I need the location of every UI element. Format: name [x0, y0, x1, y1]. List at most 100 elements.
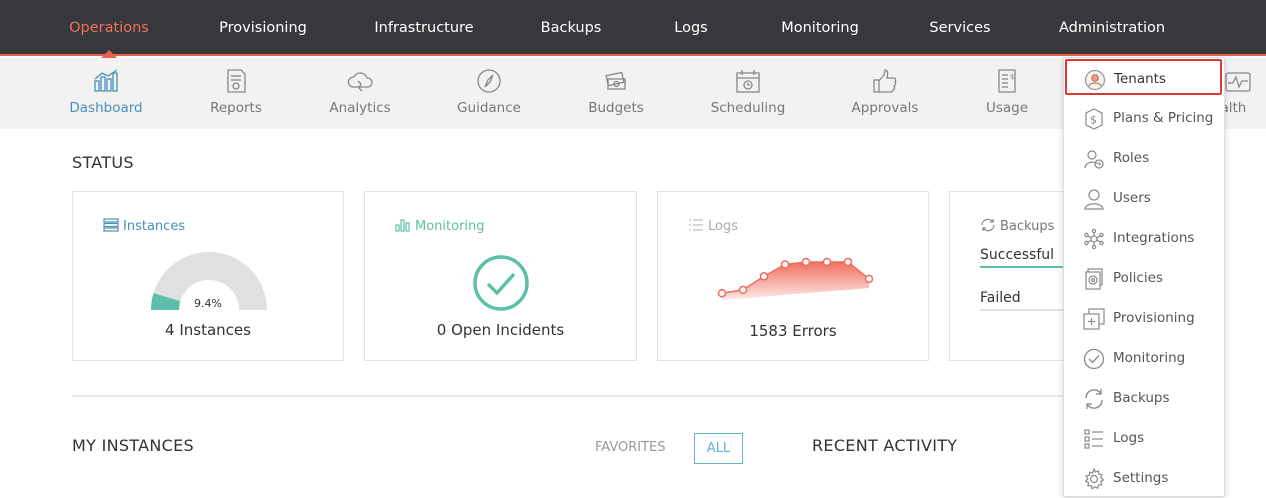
- menu-item-roles[interactable]: Roles: [1064, 138, 1224, 178]
- menu-label: Monitoring: [1113, 350, 1186, 366]
- subnav-guidance[interactable]: Guidance: [439, 58, 539, 129]
- instances-count: 4 Instances: [165, 321, 251, 339]
- sparkline-point: [717, 288, 727, 298]
- calendar-clock-icon: [736, 70, 760, 93]
- sparkline-point: [822, 257, 832, 267]
- administration-dropdown: Tenants $ Plans & Pricing Roles Users In…: [1063, 57, 1225, 497]
- subnav-approvals[interactable]: Approvals: [835, 58, 935, 129]
- backups-title-label: Backups: [1000, 219, 1055, 234]
- topnav-provisioning[interactable]: Provisioning: [219, 0, 307, 56]
- subnav-usage[interactable]: $ Usage: [957, 58, 1057, 129]
- section-divider: [72, 395, 1072, 397]
- compass-icon: [477, 69, 501, 93]
- topnav-logs[interactable]: Logs: [674, 0, 707, 56]
- bar-graph-icon: [395, 219, 410, 232]
- sparkline-point: [780, 260, 790, 269]
- errors-count: 1583 Errors: [749, 322, 837, 340]
- svg-text:$: $: [1010, 73, 1014, 81]
- sparkline-point: [843, 257, 853, 267]
- active-caret: [101, 50, 117, 58]
- menu-item-settings[interactable]: Settings: [1064, 458, 1224, 498]
- menu-item-plans-pricing[interactable]: $ Plans & Pricing: [1064, 98, 1224, 138]
- menu-item-logs[interactable]: Logs: [1064, 418, 1224, 458]
- instances-card[interactable]: Instances 9.4% 4 Instances: [72, 191, 344, 361]
- logs-card[interactable]: Logs 1583 Errors: [657, 191, 929, 361]
- monitoring-card-title[interactable]: Monitoring: [395, 218, 485, 234]
- menu-label: Backups: [1113, 390, 1170, 406]
- menu-label: Logs: [1113, 430, 1145, 446]
- check-circle-icon: [1083, 348, 1105, 370]
- topnav-infrastructure[interactable]: Infrastructure: [374, 0, 473, 56]
- my-instances-heading: MY INSTANCES: [72, 436, 194, 455]
- roles-icon: [1084, 150, 1104, 169]
- server-stack-icon: [103, 218, 119, 232]
- refresh-icon: [1085, 389, 1103, 409]
- subnav-analytics[interactable]: Analytics: [310, 58, 410, 129]
- usage-icon: $: [998, 69, 1016, 93]
- topnav-operations[interactable]: Operations: [69, 0, 149, 58]
- subnav-health[interactable]: Health: [1202, 58, 1266, 129]
- menu-label: Plans & Pricing: [1113, 110, 1214, 126]
- topnav-administration[interactable]: Administration: [1059, 0, 1165, 56]
- backups-card-title[interactable]: Backups: [980, 218, 1054, 234]
- status-heading: STATUS: [72, 153, 134, 172]
- heartbeat-icon: [1225, 72, 1251, 92]
- sparkline-point: [738, 285, 748, 295]
- menu-item-policies[interactable]: Policies: [1064, 258, 1224, 298]
- subnav-reports[interactable]: Reports: [186, 58, 286, 129]
- policies-icon: [1085, 268, 1103, 290]
- sparkline-point: [759, 272, 769, 281]
- topnav-label: Operations: [69, 20, 149, 36]
- subnav-scheduling[interactable]: Scheduling: [698, 58, 798, 129]
- user-icon: [1084, 189, 1104, 210]
- provisioning-icon: [1083, 308, 1105, 330]
- subnav-label: Approvals: [851, 100, 919, 116]
- menu-label: Provisioning: [1113, 310, 1195, 326]
- topnav-monitoring[interactable]: Monitoring: [781, 0, 859, 56]
- open-incidents-count: 0 Open Incidents: [436, 321, 565, 339]
- top-nav: Operations Provisioning Infrastructure B…: [0, 0, 1266, 58]
- sparkline-area: [722, 262, 869, 300]
- subnav-label: Guidance: [457, 100, 521, 116]
- logs-title-label: Logs: [708, 219, 738, 234]
- check-circle-icon: [473, 255, 529, 311]
- logs-sparkline: [717, 257, 874, 300]
- topnav-services[interactable]: Services: [929, 0, 990, 56]
- menu-label: Policies: [1113, 270, 1163, 286]
- subnav-label: Analytics: [329, 100, 391, 116]
- tenant-icon: [1084, 69, 1106, 91]
- subnav-label: Scheduling: [710, 100, 786, 116]
- logs-card-title[interactable]: Logs: [688, 218, 738, 234]
- menu-label: Settings: [1113, 470, 1169, 486]
- thumbs-up-icon: [873, 69, 897, 93]
- menu-item-users[interactable]: Users: [1064, 178, 1224, 218]
- subnav-budgets[interactable]: Budgets: [566, 58, 666, 129]
- menu-label: Integrations: [1113, 230, 1195, 246]
- menu-item-tenants[interactable]: Tenants: [1065, 59, 1222, 95]
- menu-item-monitoring[interactable]: Monitoring: [1064, 338, 1224, 378]
- menu-label: Users: [1113, 190, 1151, 206]
- topnav-backups[interactable]: Backups: [541, 0, 602, 56]
- menu-item-provisioning[interactable]: Provisioning: [1064, 298, 1224, 338]
- all-filter-button[interactable]: ALL: [694, 433, 743, 464]
- gear-icon: [1084, 468, 1105, 490]
- sparkline-point: [864, 274, 874, 284]
- monitoring-title-label: Monitoring: [415, 219, 485, 234]
- list-icon: [1084, 429, 1103, 449]
- cloud-analytics-icon: [347, 72, 373, 92]
- bar-chart-icon: [94, 69, 118, 92]
- instances-title-label: Instances: [123, 219, 186, 234]
- favorites-filter[interactable]: FAVORITES: [595, 440, 666, 455]
- integrations-icon: [1084, 228, 1104, 250]
- sync-icon: [981, 218, 995, 232]
- dollar-icon: $: [1085, 108, 1103, 130]
- menu-item-backups[interactable]: Backups: [1064, 378, 1224, 418]
- monitoring-card[interactable]: Monitoring 0 Open Incidents: [364, 191, 637, 361]
- gauge-percent: 9.4%: [194, 297, 222, 310]
- instances-card-title[interactable]: Instances: [103, 218, 185, 234]
- menu-item-integrations[interactable]: Integrations: [1064, 218, 1224, 258]
- menu-label: Tenants: [1114, 71, 1166, 87]
- report-icon: [227, 69, 246, 93]
- subnav-dashboard[interactable]: Dashboard: [56, 58, 156, 129]
- subnav-label: Usage: [985, 100, 1029, 116]
